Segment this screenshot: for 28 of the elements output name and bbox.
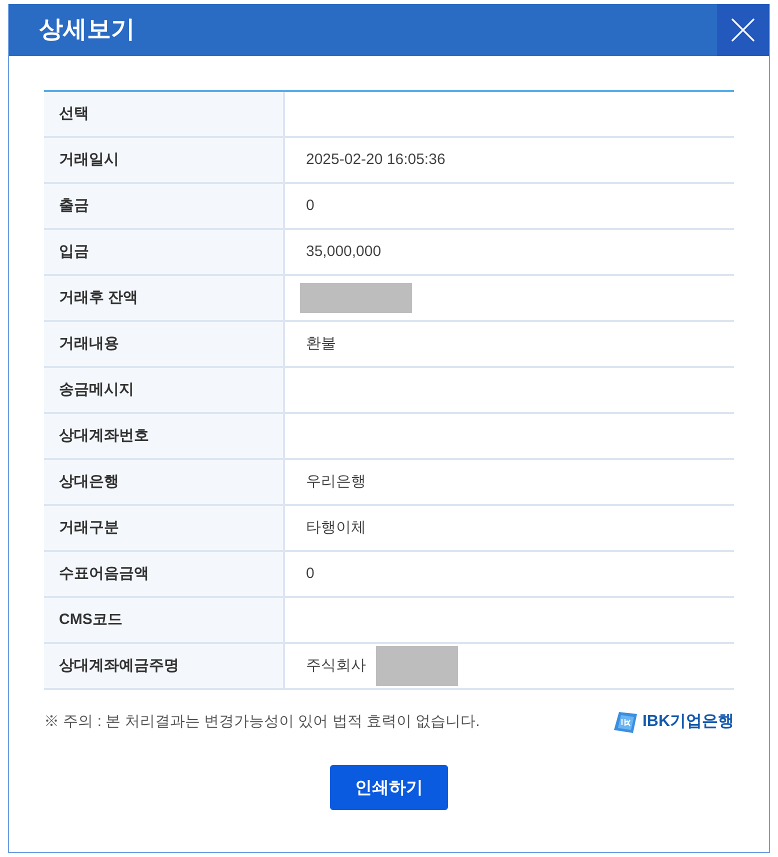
label-cell: 거래구분 (44, 506, 285, 550)
print-button[interactable]: 인쇄하기 (330, 765, 448, 810)
label-cell: 거래일시 (44, 138, 285, 182)
value-text: 타행이체 (306, 518, 366, 538)
value-text: 환불 (306, 334, 336, 354)
label-cell: 입금 (44, 230, 285, 274)
value-text: 35,000,000 (306, 242, 382, 262)
label-cell: 거래후 잔액 (44, 276, 285, 320)
window-title: 상세보기 (39, 18, 135, 42)
bank-logo-text: IBK기업은행 (642, 714, 734, 730)
value-text: 우리은행 (306, 472, 366, 492)
logo-icon (613, 710, 638, 734)
value-text: 주식회사 (306, 656, 366, 676)
close-icon (731, 18, 755, 42)
label-cell: 수표어음금액 (44, 552, 285, 596)
label-cell: 거래내용 (44, 322, 285, 366)
close-button[interactable] (717, 4, 769, 56)
label-cell: 상대계좌번호 (44, 414, 285, 458)
label-cell: 출금 (44, 184, 285, 228)
notice-text: ※ 주의 : 본 처리결과는 변경가능성이 있어 법적 효력이 없습니다. (44, 712, 480, 732)
label-cell: 상대계좌예금주명 (44, 644, 285, 688)
value-text: 0 (306, 564, 314, 584)
value-text: 0 (306, 196, 314, 216)
label-cell: CMS코드 (44, 598, 285, 642)
label-cell: 송금메시지 (44, 368, 285, 412)
label-cell: 선택 (44, 92, 285, 136)
value-text: 2025-02-20 16:05:36 (306, 150, 446, 170)
label-cell: 상대은행 (44, 460, 285, 504)
